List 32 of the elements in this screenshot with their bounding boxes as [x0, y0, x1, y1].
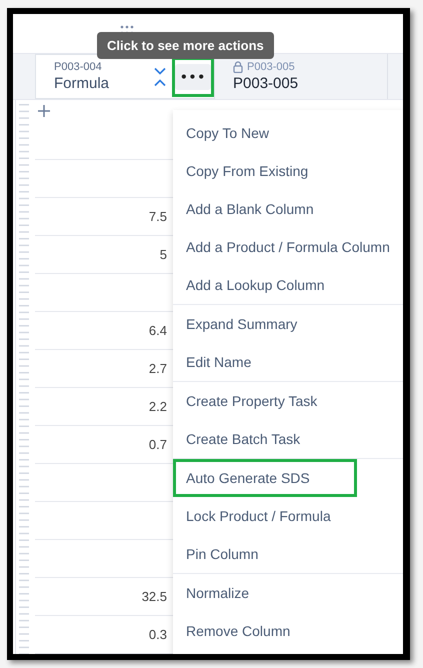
table-cell: 7.5: [148, 209, 167, 224]
table-cell: 0.7: [148, 437, 167, 452]
table-cell: 6.4: [148, 323, 167, 338]
menu-item[interactable]: Auto Generate SDS: [173, 459, 357, 497]
chevron-down-icon[interactable]: [154, 66, 166, 74]
column-name: P003-005: [233, 75, 300, 92]
menu-item[interactable]: Copy To New: [173, 114, 403, 152]
table-cell: 32.5: [142, 589, 167, 604]
column-header[interactable]: P003-004 Formula •••: [35, 54, 215, 99]
column-code: P003-005: [247, 61, 295, 73]
add-icon[interactable]: [38, 105, 50, 117]
menu-item[interactable]: Lock Product / Formula: [173, 497, 403, 535]
column-code: P003-004: [54, 61, 102, 73]
menu-item[interactable]: Expand Summary: [173, 305, 403, 343]
column-name: Formula: [54, 75, 110, 92]
menu-item[interactable]: Remove Column: [173, 612, 403, 650]
menu-item[interactable]: Normalize: [173, 574, 403, 612]
menu-item[interactable]: Pin Column: [173, 535, 403, 573]
tooltip: Click to see more actions: [97, 32, 274, 59]
more-actions-button[interactable]: •••: [172, 56, 214, 96]
chevron-up-icon[interactable]: [154, 78, 166, 86]
menu-item[interactable]: Create Property Task: [173, 382, 403, 420]
menu-item[interactable]: Edit Name: [173, 343, 403, 381]
menu-item[interactable]: Add a Blank Column: [173, 190, 403, 228]
menu-item[interactable]: Add a Lookup Column: [173, 266, 403, 304]
menu-item[interactable]: Add a Product / Formula Column: [173, 228, 403, 266]
table-cell: 0.3: [148, 627, 167, 642]
table-cell: 2.2: [148, 399, 167, 414]
table-cell: 5: [160, 247, 167, 262]
menu-item[interactable]: Create Batch Task: [173, 420, 403, 458]
menu-item[interactable]: Copy From Existing: [173, 152, 403, 190]
table-cell: 2.7: [148, 361, 167, 376]
